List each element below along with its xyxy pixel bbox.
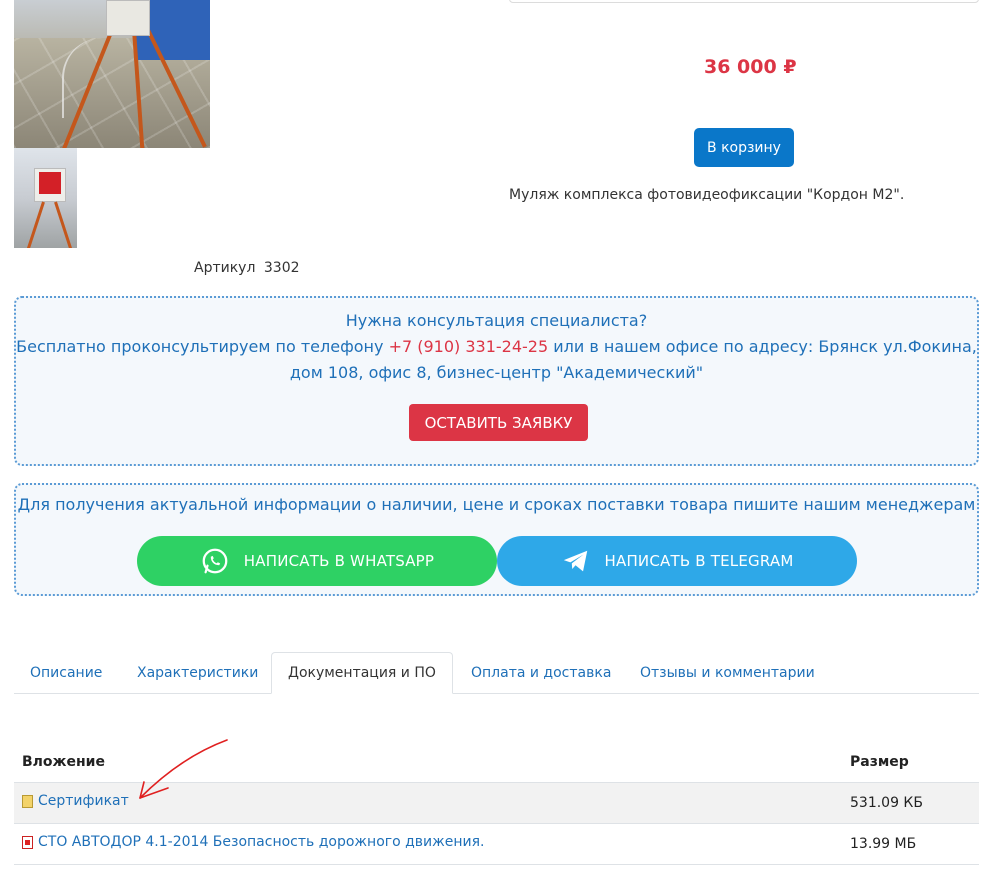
telegram-icon [563,550,587,572]
consultation-text-before: Бесплатно проконсультируем по телефону [16,337,389,356]
article-value: 3302 [263,260,300,276]
tab-payment-delivery[interactable]: Оплата и доставка [455,652,627,694]
consultation-phone[interactable]: +7 (910) 331-24-25 [389,337,549,356]
tab-description[interactable]: Описание [14,652,118,694]
tab-characteristics[interactable]: Характеристики [121,652,274,694]
messengers-box: Для получения актуальной информации о на… [14,483,979,596]
article-label: Артикул [194,260,256,276]
size-column-header: Размер [842,742,979,783]
article-line: Артикул 3302 [194,260,300,276]
attachment-name: СТО АВТОДОР 4.1-2014 Безопасность дорожн… [38,834,485,851]
add-to-cart-button[interactable]: В корзину [694,128,794,167]
tab-reviews[interactable]: Отзывы и комментарии [624,652,831,694]
consultation-box: Нужна консультация специалиста? Бесплатн… [14,296,979,466]
attachment-link-sto-avtodor[interactable]: СТО АВТОДОР 4.1-2014 Безопасность дорожн… [22,834,485,850]
product-price: 36 000 ₽ [704,56,797,78]
product-main-photo[interactable] [14,0,210,148]
whatsapp-button-label: НАПИСАТЬ В WHATSAPP [243,552,435,570]
telegram-button-label: НАПИСАТЬ В TELEGRAM [604,552,794,570]
whatsapp-button[interactable]: НАПИСАТЬ В WHATSAPP [137,536,497,586]
messengers-title: Для получения актуальной информации о на… [17,495,976,514]
attachment-cell: СТО АВТОДОР 4.1-2014 Безопасность дорожн… [14,823,842,865]
pdf-file-icon [22,835,33,849]
telegram-button[interactable]: НАПИСАТЬ В TELEGRAM [497,536,857,586]
attachment-name: Сертификат [38,793,129,810]
table-row: СТО АВТОДОР 4.1-2014 Безопасность дорожн… [14,823,979,865]
attachment-link-certificate[interactable]: Сертификат [22,793,129,809]
option-box [509,0,979,3]
attachment-size: 13.99 МБ [842,823,979,865]
consultation-text: Бесплатно проконсультируем по телефону +… [16,334,977,386]
image-file-icon [22,794,33,808]
product-short-description: Муляж комплекса фотовидеофиксации "Кордо… [509,187,905,203]
consultation-title: Нужна консультация специалиста? [345,311,648,330]
attachment-size: 531.09 КБ [842,782,979,824]
product-tabs: Описание Характеристики Документация и П… [14,652,979,694]
product-thumbnail[interactable] [14,148,77,248]
whatsapp-icon [202,548,228,574]
leave-request-button[interactable]: ОСТАВИТЬ ЗАЯВКУ [409,404,588,441]
tab-documentation[interactable]: Документация и ПО [271,652,453,694]
annotation-arrow-icon [139,739,228,799]
